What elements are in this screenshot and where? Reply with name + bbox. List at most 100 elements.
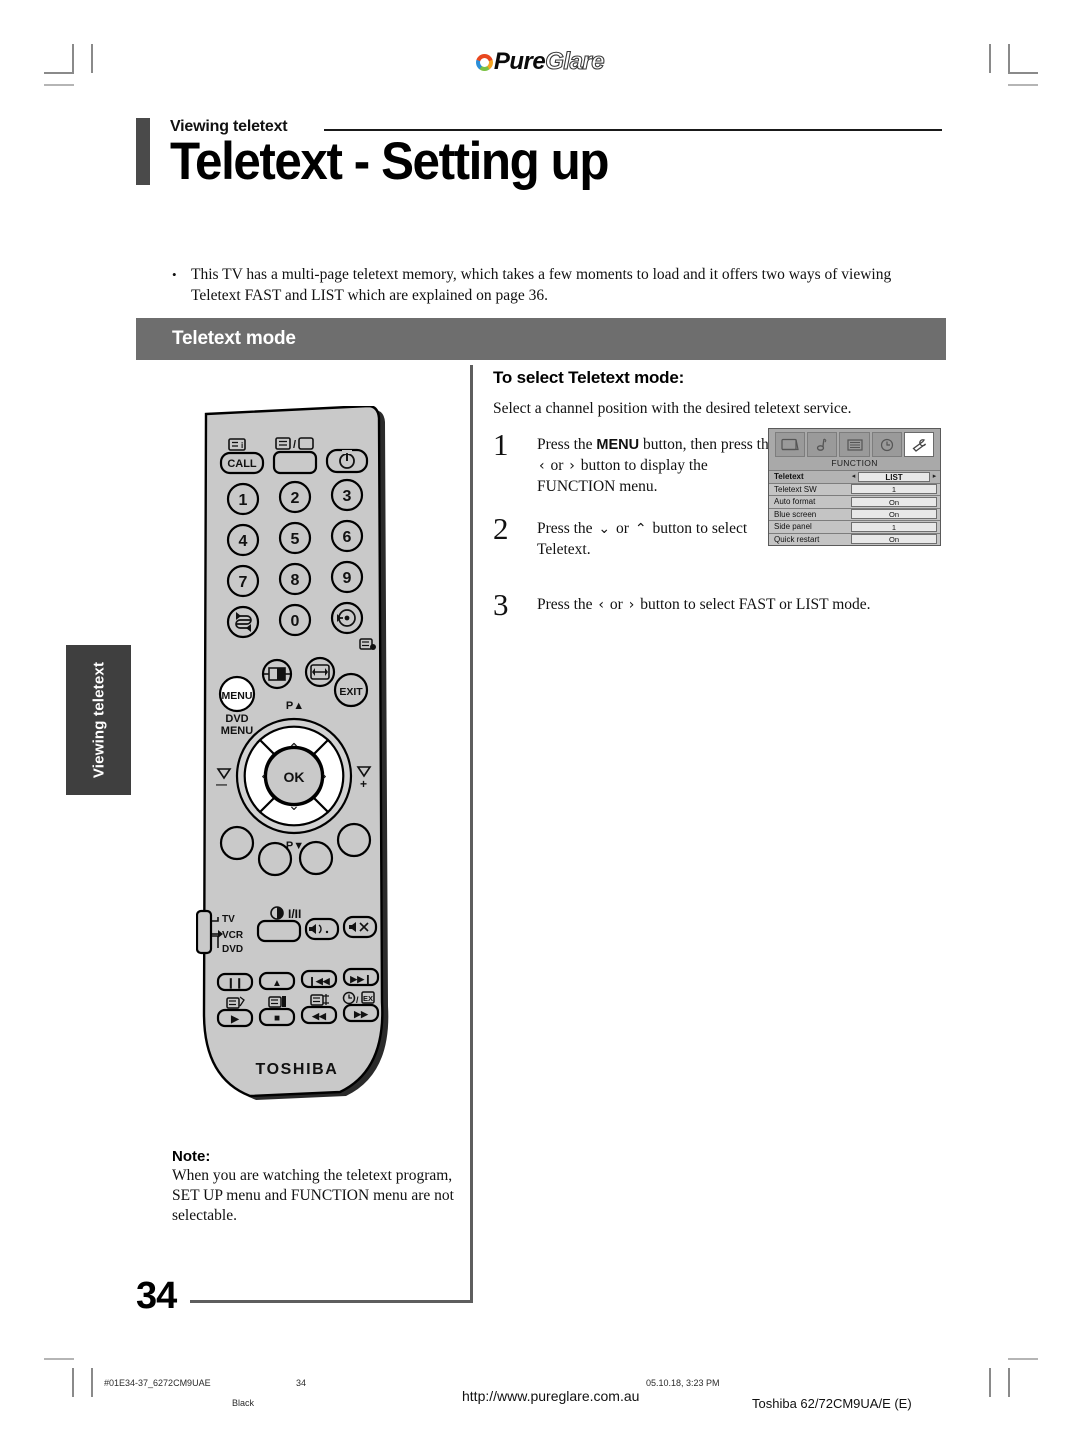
osd-right-arrow-icon[interactable]: ▸ [931, 473, 938, 480]
svg-text:5: 5 [291, 531, 300, 548]
svg-text:7: 7 [239, 574, 248, 591]
pureglare-logo-icon [475, 54, 493, 71]
step-3-text-a: Press the [537, 595, 597, 613]
svg-text:1: 1 [239, 492, 248, 509]
osd-row-label: Quick restart [774, 534, 820, 544]
function-wrench-icon [903, 432, 935, 457]
crop-mark-top-left-h2 [44, 84, 74, 86]
step-1-number: 1 [493, 427, 509, 463]
osd-row-value[interactable]: 1 [851, 521, 937, 532]
step-1-text: Press the MENU button, then press the ‹ … [537, 435, 787, 497]
nav-up-glyph: ⌃ [634, 521, 647, 538]
step-2-mid: or [612, 520, 633, 538]
step-3-text: Press the ‹ or › button to select FAST o… [537, 595, 945, 616]
osd-row-value[interactable]: On [851, 496, 937, 507]
step-1-text-b: button, then press the [639, 436, 776, 454]
svg-text:3: 3 [343, 488, 352, 505]
svg-text:P▲: P▲ [286, 700, 304, 712]
header-accent-bar [136, 118, 150, 185]
osd-row-teletext[interactable]: Teletext ◂ LIST ▸ [769, 470, 940, 483]
remote-control-illustration: .body { fill:#c9c9c9; stroke:#000; strok… [196, 406, 392, 1106]
svg-text:OK: OK [284, 769, 305, 785]
nav-right-glyph: › [569, 457, 575, 474]
section-band: Teletext mode [136, 318, 946, 360]
osd-menu-title: FUNCTION [769, 457, 940, 470]
remote-channel-return-button [226, 605, 260, 639]
crop-mark-bottom-left-bleed [91, 1368, 93, 1397]
osd-row-label: Teletext SW [774, 484, 817, 494]
crop-mark-bottom-right-h [1008, 1358, 1038, 1360]
step-3: 3 Press the ‹ or › button to select FAST… [493, 589, 945, 629]
svg-text:MENU: MENU [221, 725, 253, 737]
svg-text:▶: ▶ [230, 1014, 240, 1025]
footer-page-number: 34 [296, 1378, 307, 1388]
eyebrow-rule [324, 129, 942, 131]
osd-row-quick-restart[interactable]: Quick restart On [769, 532, 940, 545]
crop-mark-top-right-h2 [1008, 84, 1038, 86]
svg-text:VCR: VCR [222, 930, 244, 941]
svg-text:i: i [241, 441, 243, 450]
svg-text:/: / [293, 439, 296, 451]
remote-device-slider [196, 909, 213, 955]
remote-brand-label: TOSHIBA [256, 1061, 339, 1078]
instructions-lead: Select a channel position with the desir… [493, 400, 852, 417]
svg-text:2: 2 [291, 490, 300, 507]
osd-left-arrow-icon[interactable]: ◂ [850, 473, 857, 480]
svg-text:DVD: DVD [222, 944, 243, 955]
svg-text:■: ■ [274, 1013, 280, 1024]
logo-text-pure: Pure [493, 48, 546, 75]
step-1-menu-keyword: MENU [596, 437, 640, 454]
svg-text:DVD: DVD [225, 713, 248, 725]
side-tab-viewing-teletext: Viewing teletext [66, 645, 131, 795]
nav-left-glyph: ‹ [539, 457, 545, 474]
svg-text:EXIT: EXIT [339, 686, 363, 698]
crop-mark-bottom-left-v [72, 1368, 74, 1397]
step-2-text: Press the ⌄ or ⌃ button to select Telete… [537, 519, 787, 561]
crop-mark-bottom-right-bleed [989, 1368, 991, 1397]
intro-bullet-text: This TV has a multi-page teletext memory… [191, 266, 892, 305]
osd-footer: MENU Back EXIT Watch TV [769, 545, 940, 546]
svg-text:8: 8 [291, 572, 300, 589]
osd-row-teletext-sw[interactable]: Teletext SW 1 [769, 482, 940, 495]
pureglare-logo: PureGlare [0, 47, 1080, 76]
footer-date: 05.10.18, 3:23 PM [646, 1378, 720, 1388]
svg-text:—: — [216, 779, 227, 791]
osd-icon-row [769, 429, 940, 457]
svg-text:0: 0 [291, 613, 300, 630]
section-band-label: Teletext mode [172, 328, 296, 349]
osd-row-label: Auto format [774, 497, 816, 507]
osd-row-value[interactable]: On [851, 509, 937, 520]
content-frame-horizontal-rule [190, 1300, 473, 1303]
step-2-number: 2 [493, 511, 509, 547]
osd-row-value[interactable]: 1 [851, 484, 937, 495]
osd-row-auto-format[interactable]: Auto format On [769, 495, 940, 508]
svg-text:4: 4 [239, 533, 248, 550]
osd-row-value[interactable]: LIST [858, 471, 930, 482]
setup-icon [839, 432, 870, 457]
svg-text:TV: TV [222, 914, 235, 925]
crop-mark-bottom-left-h [44, 1358, 74, 1360]
osd-row-label: Blue screen [774, 509, 817, 519]
osd-row-value[interactable]: On [851, 534, 937, 545]
picture-icon [775, 432, 806, 457]
timer-icon [871, 432, 902, 457]
page-number: 34 [136, 1275, 177, 1317]
svg-text:▲: ▲ [272, 978, 282, 989]
svg-text:MENU: MENU [222, 690, 253, 702]
svg-text:❙◀◀: ❙◀◀ [308, 976, 330, 987]
osd-row-blue-screen[interactable]: Blue screen On [769, 507, 940, 520]
svg-text:6: 6 [343, 529, 352, 546]
svg-text:◀◀: ◀◀ [311, 1011, 327, 1021]
osd-row-side-panel[interactable]: Side panel 1 [769, 520, 940, 533]
svg-text:+: + [360, 777, 367, 791]
logo-text-glare: Glare [545, 47, 605, 75]
svg-text:9: 9 [343, 570, 352, 587]
nav-left-glyph-3: ‹ [598, 596, 605, 613]
step-3-mid: or [606, 595, 627, 613]
step-2-text-a: Press the [537, 520, 597, 538]
osd-row-label: Teletext [774, 472, 804, 482]
content-frame-vertical-rule [470, 365, 473, 1303]
footer-color-plate: Black [232, 1398, 255, 1408]
bullet-dot-icon: • [172, 267, 177, 282]
note-block: Note: When you are watching the teletext… [172, 1148, 462, 1225]
